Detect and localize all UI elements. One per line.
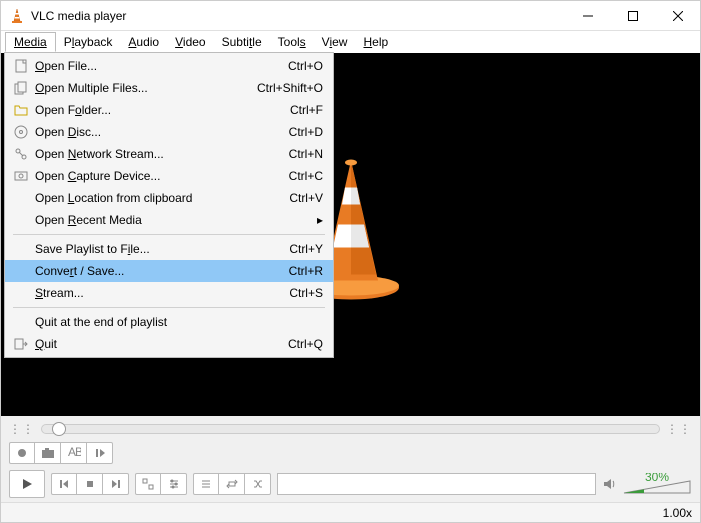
record-button[interactable] <box>9 442 35 464</box>
menu-separator <box>13 234 325 235</box>
play-button[interactable] <box>9 470 45 498</box>
menu-item-open-folder[interactable]: Open Folder... Ctrl+F <box>5 99 333 121</box>
menu-item-label: Open File... <box>35 59 268 73</box>
menu-item-open-file[interactable]: Open File... Ctrl+O <box>5 55 333 77</box>
menu-item-label: Open Recent Media <box>35 213 317 227</box>
controls-panel: ⋮⋮ ⋮⋮ AB <box>1 416 700 502</box>
menu-item-label: Open Capture Device... <box>35 169 269 183</box>
folder-icon <box>11 102 31 118</box>
stop-button[interactable] <box>77 473 103 495</box>
seek-bar[interactable] <box>41 424 660 434</box>
menu-item-label: Save Playlist to File... <box>35 242 269 256</box>
seek-dots-left: ⋮⋮ <box>9 422 35 436</box>
menu-help[interactable]: Help <box>355 33 396 51</box>
quit-icon <box>11 336 31 352</box>
menu-media[interactable]: Media <box>5 32 56 52</box>
files-icon <box>11 80 31 96</box>
menu-playback[interactable]: Playback <box>56 33 121 51</box>
maximize-button[interactable] <box>610 1 655 31</box>
menu-item-shortcut: Ctrl+O <box>288 59 323 73</box>
menu-item-shortcut: Ctrl+V <box>289 191 323 205</box>
menubar: Media Playback Audio Video Subtitle Tool… <box>1 31 700 53</box>
menu-item-shortcut: Ctrl+Q <box>288 337 323 351</box>
menu-item-shortcut: Ctrl+Y <box>289 242 323 256</box>
menu-item-label: Open Multiple Files... <box>35 81 237 95</box>
seek-knob[interactable] <box>52 422 66 436</box>
capture-icon <box>11 168 31 184</box>
status-bar: 1.00x <box>1 502 700 522</box>
volume-percent-label: 30% <box>645 473 669 484</box>
volume-control: 30% <box>602 473 692 495</box>
window-title: VLC media player <box>31 9 565 23</box>
volume-slider[interactable]: 30% <box>622 473 692 495</box>
menu-item-shortcut: Ctrl+Shift+O <box>257 81 323 95</box>
menu-item-shortcut: Ctrl+S <box>289 286 323 300</box>
submenu-arrow-icon: ▸ <box>317 213 323 227</box>
menu-item-open-recent[interactable]: Open Recent Media ▸ <box>5 209 333 231</box>
frame-step-button[interactable] <box>87 442 113 464</box>
speaker-icon[interactable] <box>602 477 618 491</box>
next-button[interactable] <box>103 473 129 495</box>
loop-ab-button[interactable]: AB <box>61 442 87 464</box>
menu-item-save-playlist[interactable]: Save Playlist to File... Ctrl+Y <box>5 238 333 260</box>
menu-item-quit[interactable]: Quit Ctrl+Q <box>5 333 333 355</box>
menu-item-shortcut: Ctrl+F <box>290 103 323 117</box>
menu-item-label: Open Network Stream... <box>35 147 269 161</box>
menu-item-open-capture[interactable]: Open Capture Device... Ctrl+C <box>5 165 333 187</box>
menu-item-open-network[interactable]: Open Network Stream... Ctrl+N <box>5 143 333 165</box>
menu-item-shortcut: Ctrl+R <box>289 264 323 278</box>
vlc-logo-icon <box>9 8 25 24</box>
menu-subtitle[interactable]: Subtitle <box>214 33 270 51</box>
menu-tools[interactable]: Tools <box>270 33 314 51</box>
menu-item-label: Open Folder... <box>35 103 270 117</box>
menu-item-quit-end[interactable]: Quit at the end of playlist <box>5 311 333 333</box>
menu-item-shortcut: Ctrl+D <box>289 125 323 139</box>
playlist-button[interactable] <box>193 473 219 495</box>
menu-item-label: Open Disc... <box>35 125 269 139</box>
seek-dots-right: ⋮⋮ <box>666 422 692 436</box>
secondary-buttons-row: AB <box>9 442 692 464</box>
media-menu-dropdown: Open File... Ctrl+O Open Multiple Files.… <box>4 52 334 358</box>
svg-text:B: B <box>75 447 81 459</box>
close-button[interactable] <box>655 1 700 31</box>
menu-item-label: Quit <box>35 337 268 351</box>
previous-button[interactable] <box>51 473 77 495</box>
shuffle-button[interactable] <box>245 473 271 495</box>
menu-item-label: Convert / Save... <box>35 264 269 278</box>
menu-audio[interactable]: Audio <box>120 33 167 51</box>
snapshot-button[interactable] <box>35 442 61 464</box>
menu-view[interactable]: View <box>314 33 356 51</box>
menu-item-open-multiple[interactable]: Open Multiple Files... Ctrl+Shift+O <box>5 77 333 99</box>
menu-item-stream[interactable]: Stream... Ctrl+S <box>5 282 333 304</box>
time-display <box>277 473 596 495</box>
menu-item-label: Quit at the end of playlist <box>35 315 323 329</box>
loop-button[interactable] <box>219 473 245 495</box>
seek-row: ⋮⋮ ⋮⋮ <box>9 422 692 436</box>
menu-item-shortcut: Ctrl+N <box>289 147 323 161</box>
menu-item-label: Open Location from clipboard <box>35 191 269 205</box>
fullscreen-button[interactable] <box>135 473 161 495</box>
minimize-button[interactable] <box>565 1 610 31</box>
menu-item-open-clipboard[interactable]: Open Location from clipboard Ctrl+V <box>5 187 333 209</box>
network-icon <box>11 146 31 162</box>
file-icon <box>11 58 31 74</box>
menu-item-shortcut: Ctrl+C <box>289 169 323 183</box>
main-buttons-row: 30% <box>9 470 692 498</box>
menu-item-open-disc[interactable]: Open Disc... Ctrl+D <box>5 121 333 143</box>
extended-settings-button[interactable] <box>161 473 187 495</box>
disc-icon <box>11 124 31 140</box>
menu-video[interactable]: Video <box>167 33 213 51</box>
menu-separator <box>13 307 325 308</box>
playback-speed[interactable]: 1.00x <box>663 506 692 520</box>
titlebar: VLC media player <box>1 1 700 31</box>
menu-item-label: Stream... <box>35 286 269 300</box>
menu-item-convert-save[interactable]: Convert / Save... Ctrl+R <box>5 260 333 282</box>
